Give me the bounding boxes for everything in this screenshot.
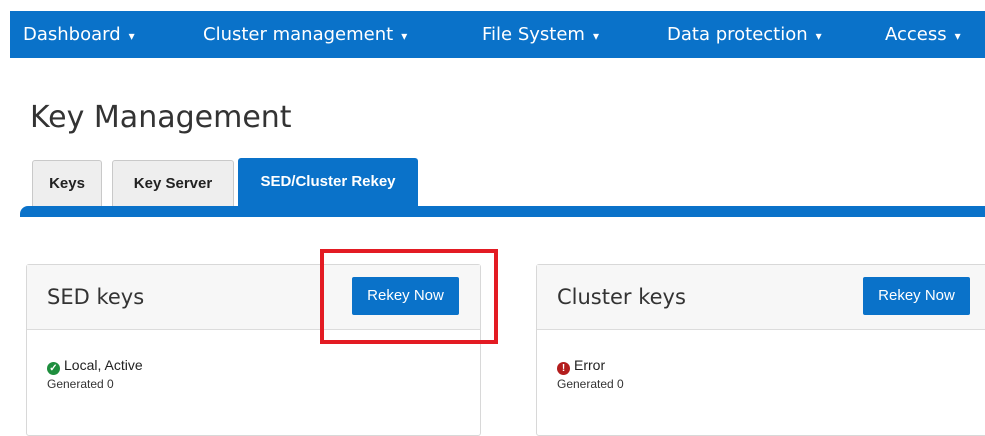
cluster-keys-status-text: Error [574, 357, 606, 373]
nav-cluster-management-label: Cluster management [203, 24, 394, 45]
cluster-keys-title: Cluster keys [557, 285, 686, 309]
cluster-keys-panel: Cluster keys Rekey Now ! Error Generated … [536, 264, 985, 436]
tab-sed-cluster-rekey[interactable]: SED/Cluster Rekey [238, 158, 418, 207]
cluster-keys-panel-header: Cluster keys Rekey Now [537, 265, 985, 330]
nav-access-label: Access [885, 24, 947, 45]
cluster-keys-generated: Generated 0 [557, 377, 624, 391]
nav-cluster-management[interactable]: Cluster management ▾ [203, 11, 407, 58]
sed-keys-panel-header: SED keys Rekey Now [27, 265, 480, 330]
error-circle-icon: ! [557, 362, 570, 375]
chevron-down-icon: ▾ [815, 29, 822, 43]
nav-file-system[interactable]: File System ▾ [482, 11, 599, 58]
chevron-down-icon: ▾ [592, 29, 599, 43]
tab-key-server[interactable]: Key Server [112, 160, 234, 207]
chevron-down-icon: ▾ [401, 29, 408, 43]
sed-keys-status-text: Local, Active [64, 357, 143, 373]
cluster-rekey-now-button[interactable]: Rekey Now [863, 277, 970, 315]
sed-rekey-now-button[interactable]: Rekey Now [352, 277, 459, 315]
sed-keys-status: ✓ Local, Active [47, 357, 143, 375]
nav-dashboard-label: Dashboard [23, 24, 121, 45]
chevron-down-icon: ▾ [128, 29, 135, 43]
top-navigation: Dashboard ▾ Cluster management ▾ File Syst… [10, 11, 985, 58]
nav-data-protection-label: Data protection [667, 24, 808, 45]
nav-file-system-label: File System [482, 24, 585, 45]
tab-underline [20, 206, 985, 217]
sed-keys-panel: SED keys Rekey Now ✓ Local, Active Genera… [26, 264, 481, 436]
nav-access[interactable]: Access ▾ [885, 11, 961, 58]
tab-bar: Keys Key Server SED/Cluster Rekey [20, 158, 985, 219]
tab-keys[interactable]: Keys [32, 160, 102, 207]
sed-keys-title: SED keys [47, 285, 145, 309]
cluster-keys-status: ! Error [557, 357, 605, 375]
chevron-down-icon: ▾ [954, 29, 961, 43]
check-circle-icon: ✓ [47, 362, 60, 375]
sed-keys-generated: Generated 0 [47, 377, 114, 391]
nav-dashboard[interactable]: Dashboard ▾ [23, 11, 135, 58]
nav-data-protection[interactable]: Data protection ▾ [667, 11, 822, 58]
page-title: Key Management [30, 100, 292, 135]
